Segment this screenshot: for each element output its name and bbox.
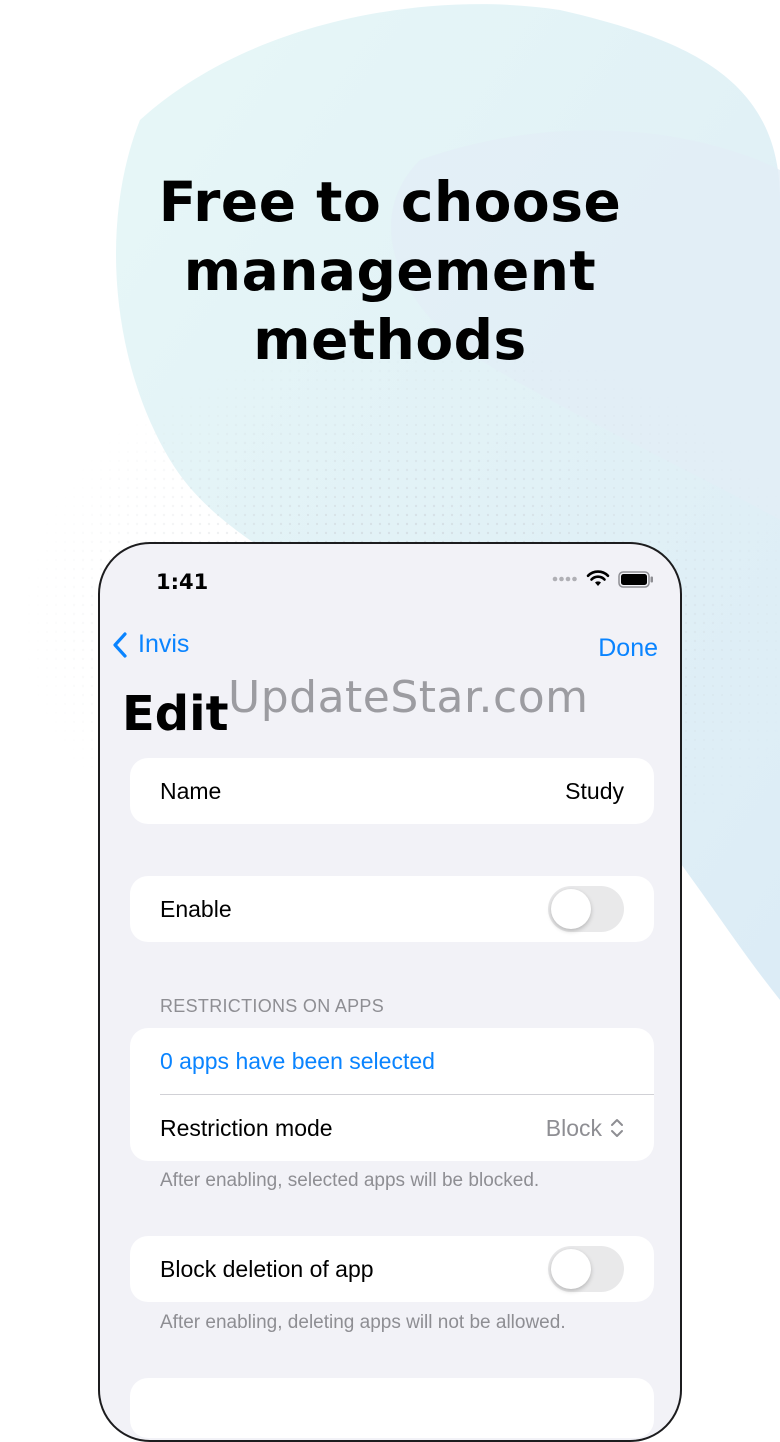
restrictions-footnote: After enabling, selected apps will be bl… (160, 1170, 540, 1191)
wifi-icon (586, 570, 610, 586)
back-button[interactable]: Invis (112, 630, 189, 659)
block-deletion-toggle[interactable] (548, 1246, 624, 1292)
restriction-mode-picker[interactable]: Block (546, 1115, 624, 1142)
block-deletion-group: Block deletion of app (130, 1236, 654, 1302)
status-time: 1:41 (156, 570, 209, 594)
watermark: UpdateStar.com (228, 672, 589, 723)
enable-group: Enable (130, 876, 654, 942)
battery-icon (618, 570, 653, 588)
block-deletion-label: Block deletion of app (160, 1255, 374, 1282)
phone-frame: 1:41 Invis Done Edit UpdateStar.com Name… (98, 542, 682, 1442)
apps-selected-link: 0 apps have been selected (160, 1047, 435, 1074)
headline: Free to choose management methods (0, 168, 780, 375)
name-row[interactable]: Name Study (130, 758, 654, 824)
restriction-mode-label: Restriction mode (160, 1114, 333, 1141)
signal-dots-icon (552, 576, 577, 582)
headline-line-3: methods (253, 308, 527, 372)
chevron-left-icon (113, 631, 127, 658)
next-group-partial (130, 1378, 654, 1438)
enable-label: Enable (160, 895, 232, 922)
restrictions-section-header: RESTRICTIONS ON APPS (160, 996, 385, 1016)
status-icons (552, 570, 654, 588)
page-title: Edit (122, 686, 229, 742)
headline-line-1: Free to choose (158, 170, 622, 234)
restriction-mode-row[interactable]: Restriction mode Block (130, 1095, 654, 1161)
headline-line-2: management (183, 239, 597, 303)
restrictions-group: 0 apps have been selected Restriction mo… (130, 1028, 654, 1161)
restriction-mode-value: Block (545, 1114, 602, 1141)
block-deletion-row: Block deletion of app (130, 1236, 654, 1302)
chevron-up-down-icon (611, 1119, 623, 1137)
back-button-label: Invis (138, 630, 190, 658)
block-deletion-footnote: After enabling, deleting apps will not b… (160, 1312, 566, 1333)
name-value: Study (565, 777, 624, 804)
name-label: Name (160, 777, 222, 804)
enable-row: Enable (130, 876, 654, 942)
done-button[interactable]: Done (598, 634, 658, 663)
enable-toggle[interactable] (548, 886, 624, 932)
apps-selected-row[interactable]: 0 apps have been selected (130, 1028, 654, 1094)
name-group: Name Study (130, 758, 654, 824)
